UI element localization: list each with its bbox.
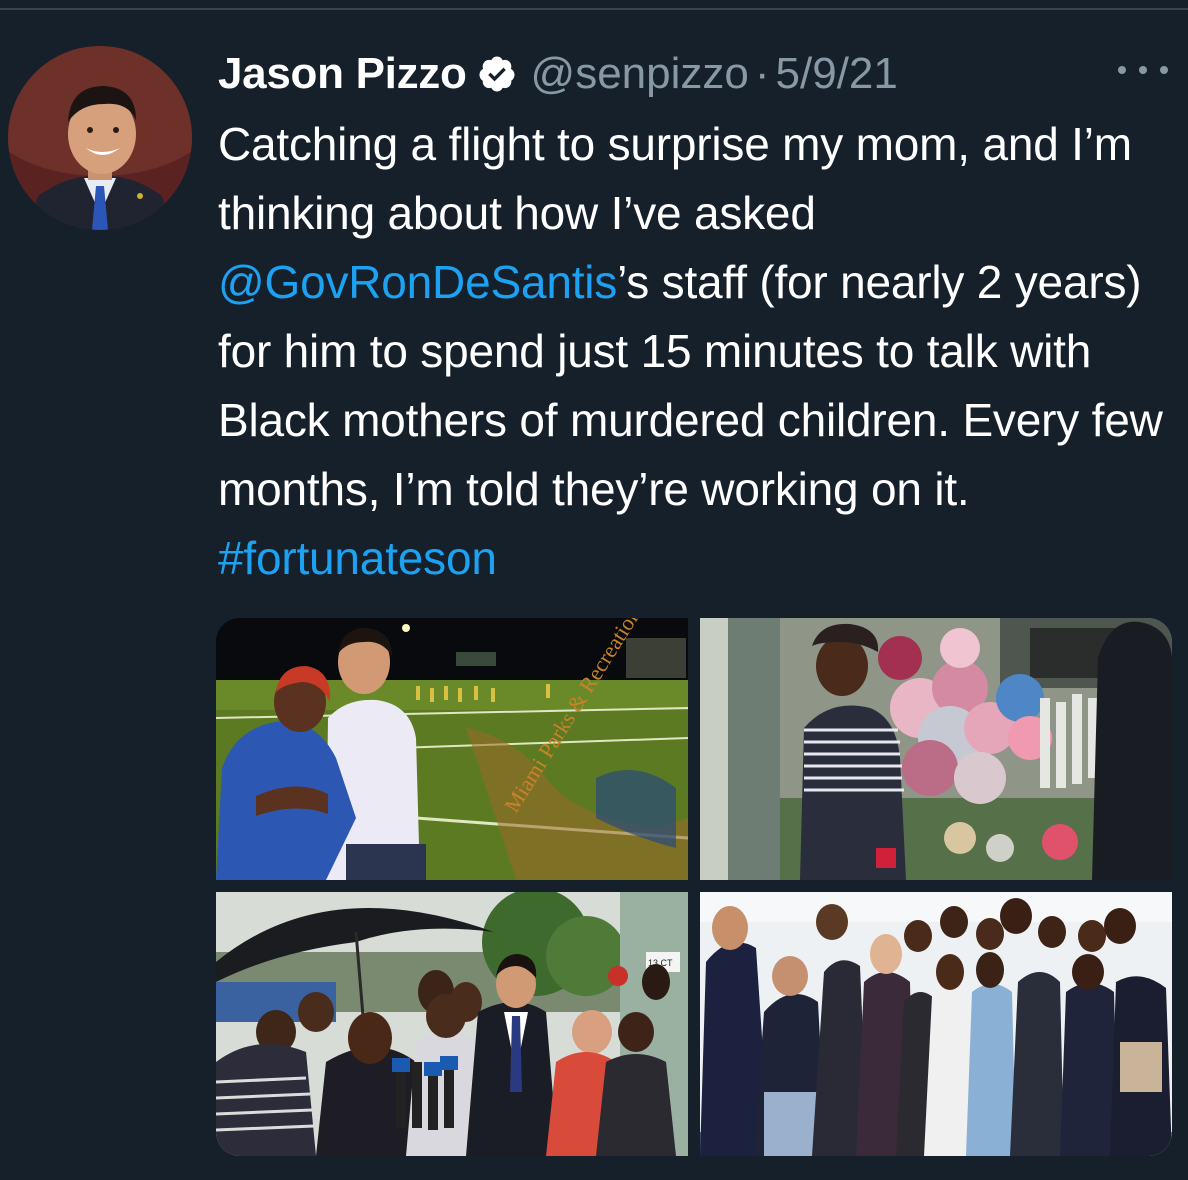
tweet-date[interactable]: 5/9/21	[776, 49, 898, 99]
verified-badge-icon	[477, 54, 517, 94]
more-dot	[1118, 66, 1126, 74]
more-dot	[1139, 66, 1147, 74]
photo-memorial[interactable]	[700, 618, 1172, 880]
tweet-text: Catching a flight to surprise my mom, an…	[218, 110, 1168, 593]
media-grid: Miami Parks & Recreation 13 CT	[216, 618, 1172, 1156]
tweet-text-part-1: Catching a flight to surprise my mom, an…	[218, 118, 1132, 239]
photo-field-hug[interactable]: Miami Parks & Recreation	[216, 618, 688, 880]
tweet-header: Jason Pizzo @senpizzo · 5/9/21	[218, 42, 1178, 106]
tweet[interactable]: Jason Pizzo @senpizzo · 5/9/21 Catching …	[0, 0, 1188, 1180]
more-dot	[1160, 66, 1168, 74]
avatar[interactable]	[8, 46, 192, 230]
photo-group[interactable]	[700, 892, 1172, 1156]
photo-press-conference[interactable]: 13 CT	[216, 892, 688, 1156]
separator-dot: ·	[754, 49, 770, 98]
more-options-icon[interactable]	[1118, 52, 1168, 88]
handle[interactable]: @senpizzo	[531, 49, 749, 99]
hashtag-link[interactable]: #fortunateson	[218, 532, 497, 584]
mention-link[interactable]: @GovRonDeSantis	[218, 256, 617, 308]
avatar-portrait	[8, 46, 192, 230]
display-name[interactable]: Jason Pizzo	[218, 49, 467, 99]
